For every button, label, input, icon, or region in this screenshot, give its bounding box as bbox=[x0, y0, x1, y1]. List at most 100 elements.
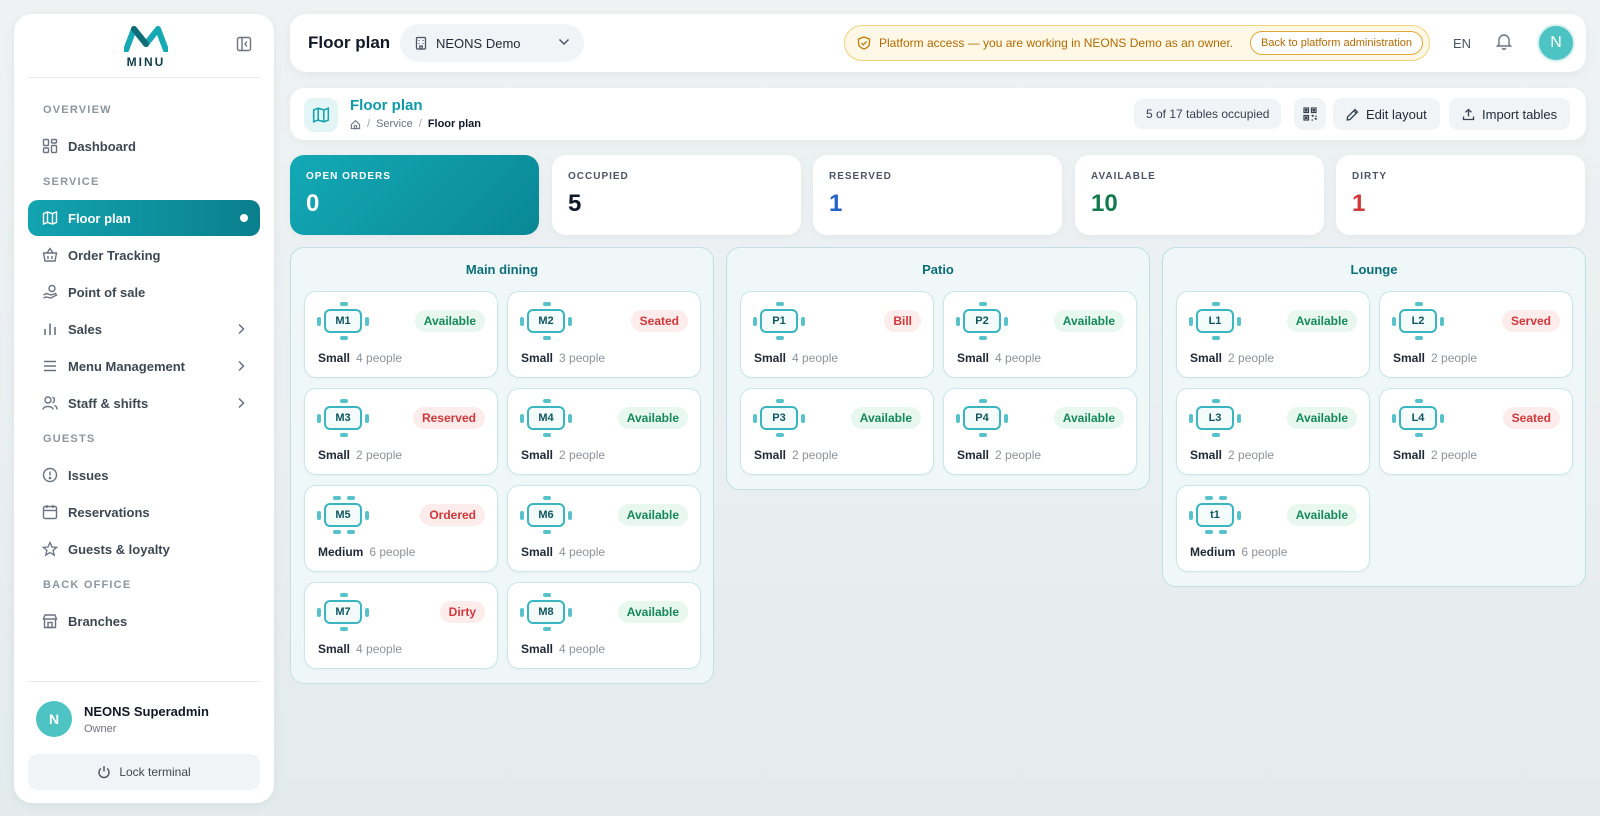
table-id: P4 bbox=[963, 406, 1001, 430]
chair-icon bbox=[347, 496, 355, 500]
sidebar-item-point-of-sale[interactable]: Point of sale bbox=[28, 274, 260, 310]
user-profile[interactable]: N NEONS Superadmin Owner bbox=[36, 698, 260, 740]
breadcrumb: / Service / Floor plan bbox=[350, 118, 481, 130]
chair-icon bbox=[776, 433, 784, 437]
table-shape-icon: M2 bbox=[520, 302, 572, 340]
edit-layout-button[interactable]: Edit layout bbox=[1333, 98, 1440, 130]
status-badge: Available bbox=[1286, 407, 1357, 429]
chair-icon bbox=[1212, 433, 1220, 437]
user-name: NEONS Superadmin bbox=[84, 703, 209, 719]
alert-text: Platform access — you are working in NEO… bbox=[879, 36, 1234, 50]
platform-access-alert: Platform access — you are working in NEO… bbox=[844, 25, 1430, 61]
chair-icon bbox=[340, 593, 348, 597]
chevron-right-icon bbox=[238, 323, 245, 335]
import-tables-button[interactable]: Import tables bbox=[1449, 98, 1571, 130]
status-badge: Available bbox=[1286, 504, 1357, 526]
table-card-m2[interactable]: M2 Seated Small 3 people bbox=[507, 291, 701, 378]
user-avatar-button[interactable]: N bbox=[1537, 24, 1575, 62]
table-card-m3[interactable]: M3 Reserved Small 2 people bbox=[304, 388, 498, 475]
chair-icon bbox=[776, 336, 784, 340]
sidebar-item-menu-management[interactable]: Menu Management bbox=[28, 348, 260, 384]
logo-text: MINU bbox=[126, 55, 166, 69]
sidebar-item-label: Floor plan bbox=[68, 210, 131, 226]
table-id: M4 bbox=[527, 406, 565, 430]
language-switcher[interactable]: EN bbox=[1453, 36, 1471, 51]
sidebar-item-branches[interactable]: Branches bbox=[28, 603, 260, 639]
sidebar-item-label: Order Tracking bbox=[68, 247, 161, 263]
table-size: Medium bbox=[318, 545, 364, 559]
table-card-m8[interactable]: M8 Available Small 4 people bbox=[507, 582, 701, 669]
table-meta: Small 2 people bbox=[754, 448, 838, 462]
pencil-icon bbox=[1346, 108, 1359, 121]
chair-icon bbox=[776, 302, 784, 306]
chair-icon bbox=[979, 399, 987, 403]
table-card-m1[interactable]: M1 Available Small 4 people bbox=[304, 291, 498, 378]
table-card-m7[interactable]: M7 Dirty Small 4 people bbox=[304, 582, 498, 669]
logo-mark-icon bbox=[123, 26, 169, 53]
branch-select[interactable]: NEONS Demo bbox=[400, 24, 584, 62]
table-card-p1[interactable]: P1 Bill Small 4 people bbox=[740, 291, 934, 378]
table-card-l1[interactable]: L1 Available Small 2 people bbox=[1176, 291, 1370, 378]
qr-code-button[interactable] bbox=[1294, 98, 1326, 130]
table-card-p2[interactable]: P2 Available Small 4 people bbox=[943, 291, 1137, 378]
section-back-office: BACK OFFICE bbox=[43, 579, 132, 591]
stat-label: AVAILABLE bbox=[1091, 171, 1156, 182]
sidebar-item-guests-loyalty[interactable]: Guests & loyalty bbox=[28, 531, 260, 567]
table-card-l2[interactable]: L2 Served Small 2 people bbox=[1379, 291, 1573, 378]
chair-icon bbox=[333, 530, 341, 534]
table-meta: Small 4 people bbox=[318, 642, 402, 656]
table-card-l4[interactable]: L4 Seated Small 2 people bbox=[1379, 388, 1573, 475]
table-card-p4[interactable]: P4 Available Small 2 people bbox=[943, 388, 1137, 475]
table-capacity: 4 people bbox=[356, 351, 403, 365]
table-size: Medium bbox=[1190, 545, 1236, 559]
table-card-m6[interactable]: M6 Available Small 4 people bbox=[507, 485, 701, 572]
chair-icon bbox=[1440, 414, 1444, 423]
table-card-t1[interactable]: t1 Available Medium 6 people bbox=[1176, 485, 1370, 572]
app-logo[interactable]: MINU bbox=[120, 26, 172, 69]
chair-icon bbox=[543, 433, 551, 437]
stat-card-dirty: DIRTY 1 bbox=[1336, 155, 1585, 235]
collapse-sidebar-icon[interactable] bbox=[236, 36, 254, 54]
sidebar-item-reservations[interactable]: Reservations bbox=[28, 494, 260, 530]
shield-check-icon bbox=[857, 36, 871, 50]
sidebar-item-dashboard[interactable]: Dashboard bbox=[28, 128, 260, 164]
table-card-m5[interactable]: M5 Ordered Medium 6 people bbox=[304, 485, 498, 572]
chevron-right-icon bbox=[238, 397, 245, 409]
table-meta: Medium 6 people bbox=[1190, 545, 1287, 559]
sidebar-item-floor-plan[interactable]: Floor plan bbox=[28, 200, 260, 236]
table-shape-icon: P1 bbox=[753, 302, 805, 340]
chair-icon bbox=[340, 302, 348, 306]
table-shape-icon: L3 bbox=[1189, 399, 1241, 437]
breadcrumb-service[interactable]: Service bbox=[376, 118, 413, 130]
table-card-l3[interactable]: L3 Available Small 2 people bbox=[1176, 388, 1370, 475]
sidebar-item-label: Point of sale bbox=[68, 284, 146, 300]
chair-icon bbox=[1237, 511, 1241, 520]
sidebar-item-issues[interactable]: Issues bbox=[28, 457, 260, 493]
chair-icon bbox=[520, 608, 524, 617]
building-icon bbox=[415, 36, 427, 50]
status-badge: Ordered bbox=[420, 504, 485, 526]
zone-lounge: Lounge L1 Available Small 2 people L2 Served Sm… bbox=[1162, 247, 1586, 587]
chair-icon bbox=[776, 399, 784, 403]
home-icon[interactable] bbox=[350, 119, 361, 130]
table-card-p3[interactable]: P3 Available Small 2 people bbox=[740, 388, 934, 475]
zone-title: Patio bbox=[922, 262, 954, 277]
table-card-m4[interactable]: M4 Available Small 2 people bbox=[507, 388, 701, 475]
sidebar-item-staff-shifts[interactable]: Staff & shifts bbox=[28, 385, 260, 421]
lock-terminal-button[interactable]: Lock terminal bbox=[28, 754, 260, 790]
bell-icon[interactable] bbox=[1495, 32, 1514, 52]
stat-value: 10 bbox=[1091, 190, 1118, 217]
active-indicator-dot bbox=[240, 214, 248, 222]
back-to-platform-button[interactable]: Back to platform administration bbox=[1249, 31, 1423, 55]
sidebar-item-order-tracking[interactable]: Order Tracking bbox=[28, 237, 260, 273]
table-capacity: 2 people bbox=[1431, 351, 1478, 365]
sidebar-item-label: Dashboard bbox=[68, 138, 136, 154]
status-badge: Seated bbox=[1502, 407, 1560, 429]
table-meta: Small 2 people bbox=[1393, 448, 1477, 462]
sidebar-item-sales[interactable]: Sales bbox=[28, 311, 260, 347]
breadcrumb-separator: / bbox=[418, 118, 422, 130]
chair-icon bbox=[956, 414, 960, 423]
sidebar-item-label: Menu Management bbox=[68, 358, 186, 374]
section-guests: GUESTS bbox=[43, 433, 96, 445]
chair-icon bbox=[1219, 530, 1227, 534]
